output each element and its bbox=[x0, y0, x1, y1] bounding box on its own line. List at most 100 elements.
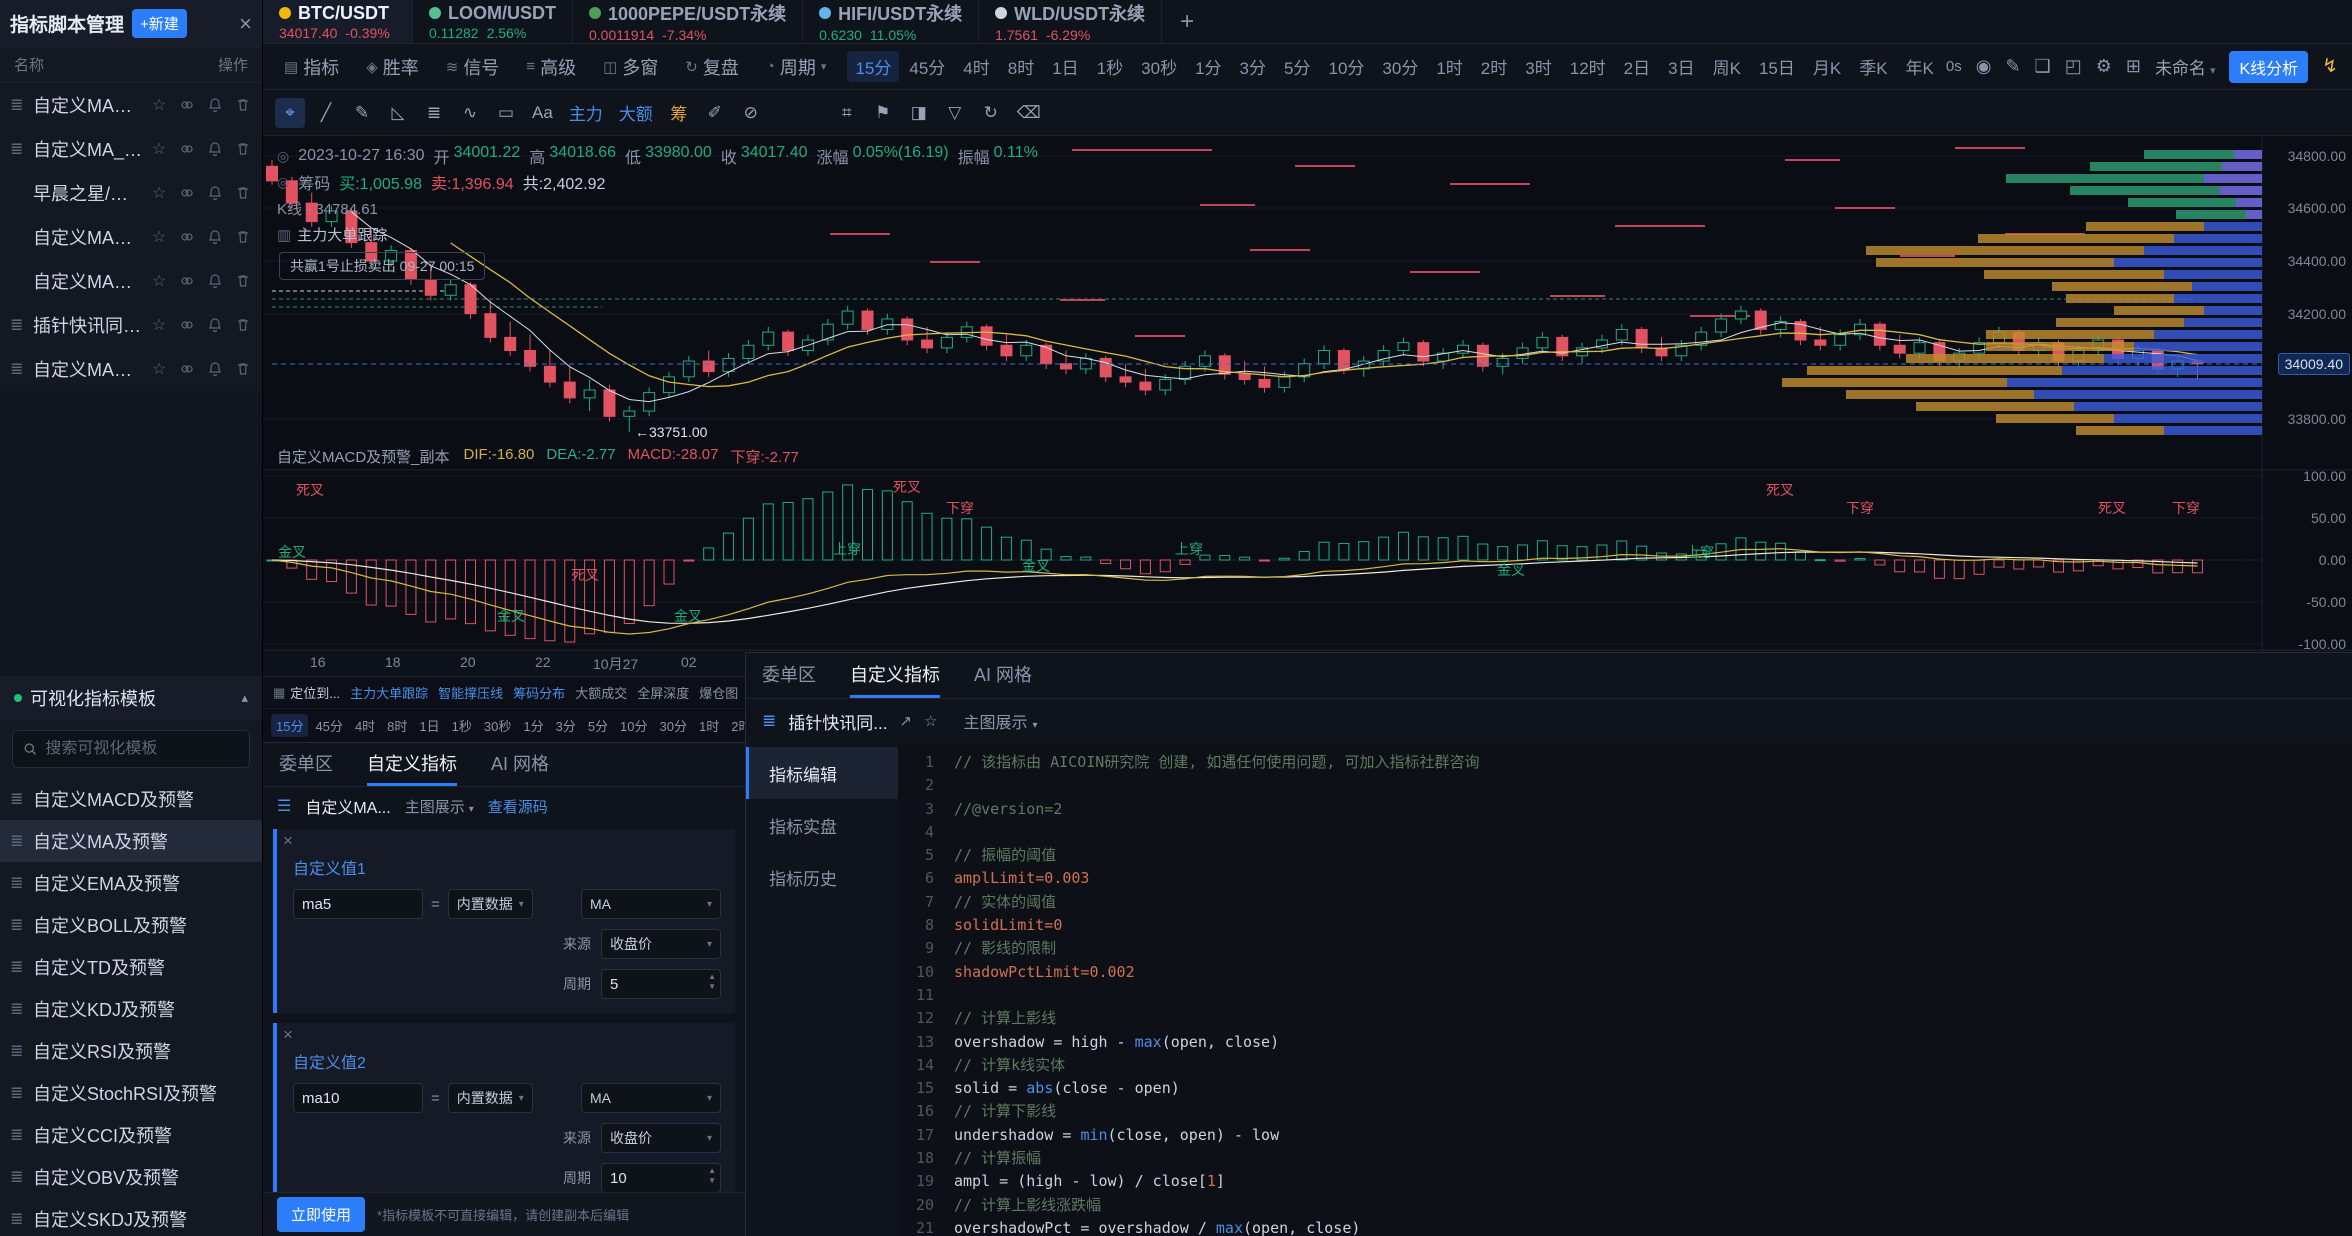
delete-trash-icon[interactable] bbox=[234, 228, 252, 246]
period-option[interactable]: 15分 bbox=[847, 51, 899, 82]
chip-tool[interactable]: 筹 bbox=[664, 98, 694, 128]
link-icon[interactable] bbox=[178, 96, 196, 114]
symbol-tab[interactable]: 1000PEPE/USDT永续 0.0011914 -7.34% bbox=[573, 0, 803, 43]
period-option[interactable]: 5分 bbox=[583, 714, 613, 737]
link-icon[interactable] bbox=[178, 272, 196, 290]
text-tool[interactable]: Aa bbox=[527, 98, 558, 128]
period-option[interactable]: 2日 bbox=[1616, 51, 1658, 82]
period-option[interactable]: 8时 bbox=[382, 714, 412, 737]
delete-trash-icon[interactable] bbox=[234, 272, 252, 290]
period-option[interactable]: 4时 bbox=[955, 51, 997, 82]
period-option[interactable]: 1秒 bbox=[1089, 51, 1131, 82]
alert-bell-icon[interactable] bbox=[206, 360, 224, 378]
macd-indicator-header[interactable]: 自定义MACD及预警_副本 DIF:-16.80 DEA:-2.77 MACD:… bbox=[277, 446, 799, 467]
panel-tab[interactable]: AI 网格 bbox=[974, 653, 1032, 698]
period-option[interactable]: 12时 bbox=[1562, 51, 1614, 82]
period-option[interactable]: 3日 bbox=[1660, 51, 1702, 82]
alert-bell-icon[interactable] bbox=[206, 272, 224, 290]
favorite-star-icon[interactable]: ☆ bbox=[150, 140, 168, 158]
period-stepper[interactable]: ▲▼ bbox=[601, 1163, 721, 1192]
locate-button[interactable]: ▦ 定位到... bbox=[273, 683, 340, 702]
period-option[interactable]: 1秒 bbox=[447, 714, 477, 737]
period-option[interactable]: 4时 bbox=[350, 714, 380, 737]
period-option[interactable]: 5分 bbox=[1276, 51, 1318, 82]
step-up-icon[interactable]: ▲ bbox=[708, 973, 716, 981]
layout-icon[interactable]: ◰ bbox=[2065, 56, 2082, 77]
symbol-tab[interactable]: LOOM/USDT 0.11282 2.56% bbox=[413, 0, 573, 43]
toolbar-item[interactable]: ◔ 周期 ▾ bbox=[755, 54, 838, 80]
period-option[interactable]: 2时 bbox=[726, 714, 745, 737]
expand-icon[interactable]: ⊞ bbox=[2126, 56, 2141, 77]
period-option[interactable]: 1时 bbox=[694, 714, 724, 737]
template-search[interactable] bbox=[12, 730, 250, 768]
source-value-select[interactable]: 收盘价 bbox=[601, 1123, 721, 1153]
favorite-star-icon[interactable]: ☆ bbox=[924, 712, 937, 730]
link-icon[interactable] bbox=[178, 184, 196, 202]
overlay-link[interactable]: 大额成交 bbox=[575, 683, 627, 702]
source-type-select[interactable]: 内置数据 bbox=[448, 889, 533, 919]
settings-icon[interactable]: ⚙ bbox=[2096, 56, 2112, 77]
template-list-item[interactable]: ≣ 自定义OBV及预警 bbox=[0, 1156, 262, 1198]
favorite-star-icon[interactable]: ☆ bbox=[150, 360, 168, 378]
period-input[interactable] bbox=[601, 1163, 721, 1192]
period-option[interactable]: 15日 bbox=[1751, 51, 1803, 82]
script-list-item[interactable]: ≣ 自定义MACD及预警_副本 ☆ bbox=[0, 347, 262, 391]
visual-templates-header[interactable]: 可视化指标模板 ▴ bbox=[0, 676, 262, 720]
period-option[interactable]: 45分 bbox=[310, 714, 347, 737]
toolbar-item[interactable]: ◈ 胜率 bbox=[355, 54, 435, 80]
symbol-tab[interactable]: WLD/USDT永续 1.7561 -6.29% bbox=[979, 0, 1162, 43]
toolbar-item[interactable]: ≋ 信号 bbox=[435, 54, 516, 80]
step-up-icon[interactable]: ▲ bbox=[708, 1167, 716, 1175]
main-force-tool[interactable]: 主力 bbox=[564, 98, 608, 128]
panel-tab[interactable]: AI 网格 bbox=[491, 743, 549, 786]
order-signal-tag[interactable]: 共赢1号止损卖出 09-27 00:15 bbox=[279, 252, 485, 280]
link-icon[interactable] bbox=[178, 360, 196, 378]
source-type-select[interactable]: 内置数据 bbox=[448, 1083, 533, 1113]
camera-icon[interactable]: ◉ bbox=[1976, 56, 1992, 77]
add-symbol-button[interactable]: + bbox=[1162, 0, 1212, 43]
pencil-icon[interactable]: ✐ bbox=[700, 98, 730, 128]
period-option[interactable]: 30分 bbox=[655, 714, 692, 737]
period-option[interactable]: 30分 bbox=[1374, 51, 1426, 82]
rectangle-icon[interactable]: ▭ bbox=[491, 98, 521, 128]
period-option[interactable]: 3分 bbox=[1232, 51, 1274, 82]
remove-card-icon[interactable]: × bbox=[283, 1025, 293, 1045]
script-list-item[interactable]: ≣ 自定义MACD_副本2 ☆ bbox=[0, 215, 262, 259]
grid-icon[interactable]: ⌗ bbox=[832, 98, 862, 128]
template-list-item[interactable]: ≣ 自定义SKDJ及预警 bbox=[0, 1198, 262, 1236]
overlay-link[interactable]: 全屏深度 bbox=[637, 683, 689, 702]
flash-icon[interactable]: ↯ bbox=[2322, 55, 2338, 78]
function-select[interactable]: MA bbox=[581, 1083, 721, 1113]
use-now-button[interactable]: 立即使用 bbox=[277, 1197, 365, 1232]
period-input[interactable] bbox=[601, 969, 721, 999]
script-list-item[interactable]: ≣ 插针快讯同款预警_副本 ☆ bbox=[0, 303, 262, 347]
wave-icon[interactable]: ∿ bbox=[455, 98, 485, 128]
period-option[interactable]: 季K bbox=[1851, 51, 1895, 82]
period-option[interactable]: 1时 bbox=[1428, 51, 1470, 82]
hide-icon[interactable]: ⊘ bbox=[736, 98, 766, 128]
display-mode-dropdown[interactable]: 主图展示 bbox=[405, 796, 474, 817]
alert-bell-icon[interactable] bbox=[206, 316, 224, 334]
toolbar-item[interactable]: ≡ 高级 bbox=[515, 54, 592, 80]
main-force-tracker-legend[interactable]: ▥ 主力大单跟踪 bbox=[277, 224, 387, 245]
view-source-link[interactable]: 查看源码 bbox=[488, 796, 548, 817]
kline-analysis-badge[interactable]: K线分析 bbox=[2229, 51, 2308, 83]
collapse-caret-icon[interactable]: ▴ bbox=[241, 690, 248, 706]
period-option[interactable]: 30秒 bbox=[1133, 51, 1185, 82]
step-down-icon[interactable]: ▼ bbox=[708, 983, 716, 991]
overlay-link[interactable]: 主力大单跟踪 bbox=[350, 683, 428, 702]
period-option[interactable]: 1分 bbox=[1187, 51, 1229, 82]
delete-trash-icon[interactable] bbox=[234, 96, 252, 114]
template-list-item[interactable]: ≣ 自定义BOLL及预警 bbox=[0, 904, 262, 946]
overlay-link[interactable]: 智能撑压线 bbox=[438, 683, 503, 702]
link-icon[interactable] bbox=[178, 228, 196, 246]
delete-trash-icon[interactable] bbox=[234, 184, 252, 202]
period-option[interactable]: 30秒 bbox=[479, 714, 516, 737]
delete-trash-icon[interactable] bbox=[234, 140, 252, 158]
period-option[interactable]: 45分 bbox=[901, 51, 953, 82]
overlay-link[interactable]: 爆仓图 bbox=[699, 683, 738, 702]
favorite-star-icon[interactable]: ☆ bbox=[150, 96, 168, 114]
script-list-item[interactable]: ≣ 早晨之星/黄昏之星_副本 ☆ bbox=[0, 171, 262, 215]
compare-icon[interactable]: ❑ bbox=[2035, 56, 2051, 77]
period-option[interactable]: 8时 bbox=[1000, 51, 1042, 82]
